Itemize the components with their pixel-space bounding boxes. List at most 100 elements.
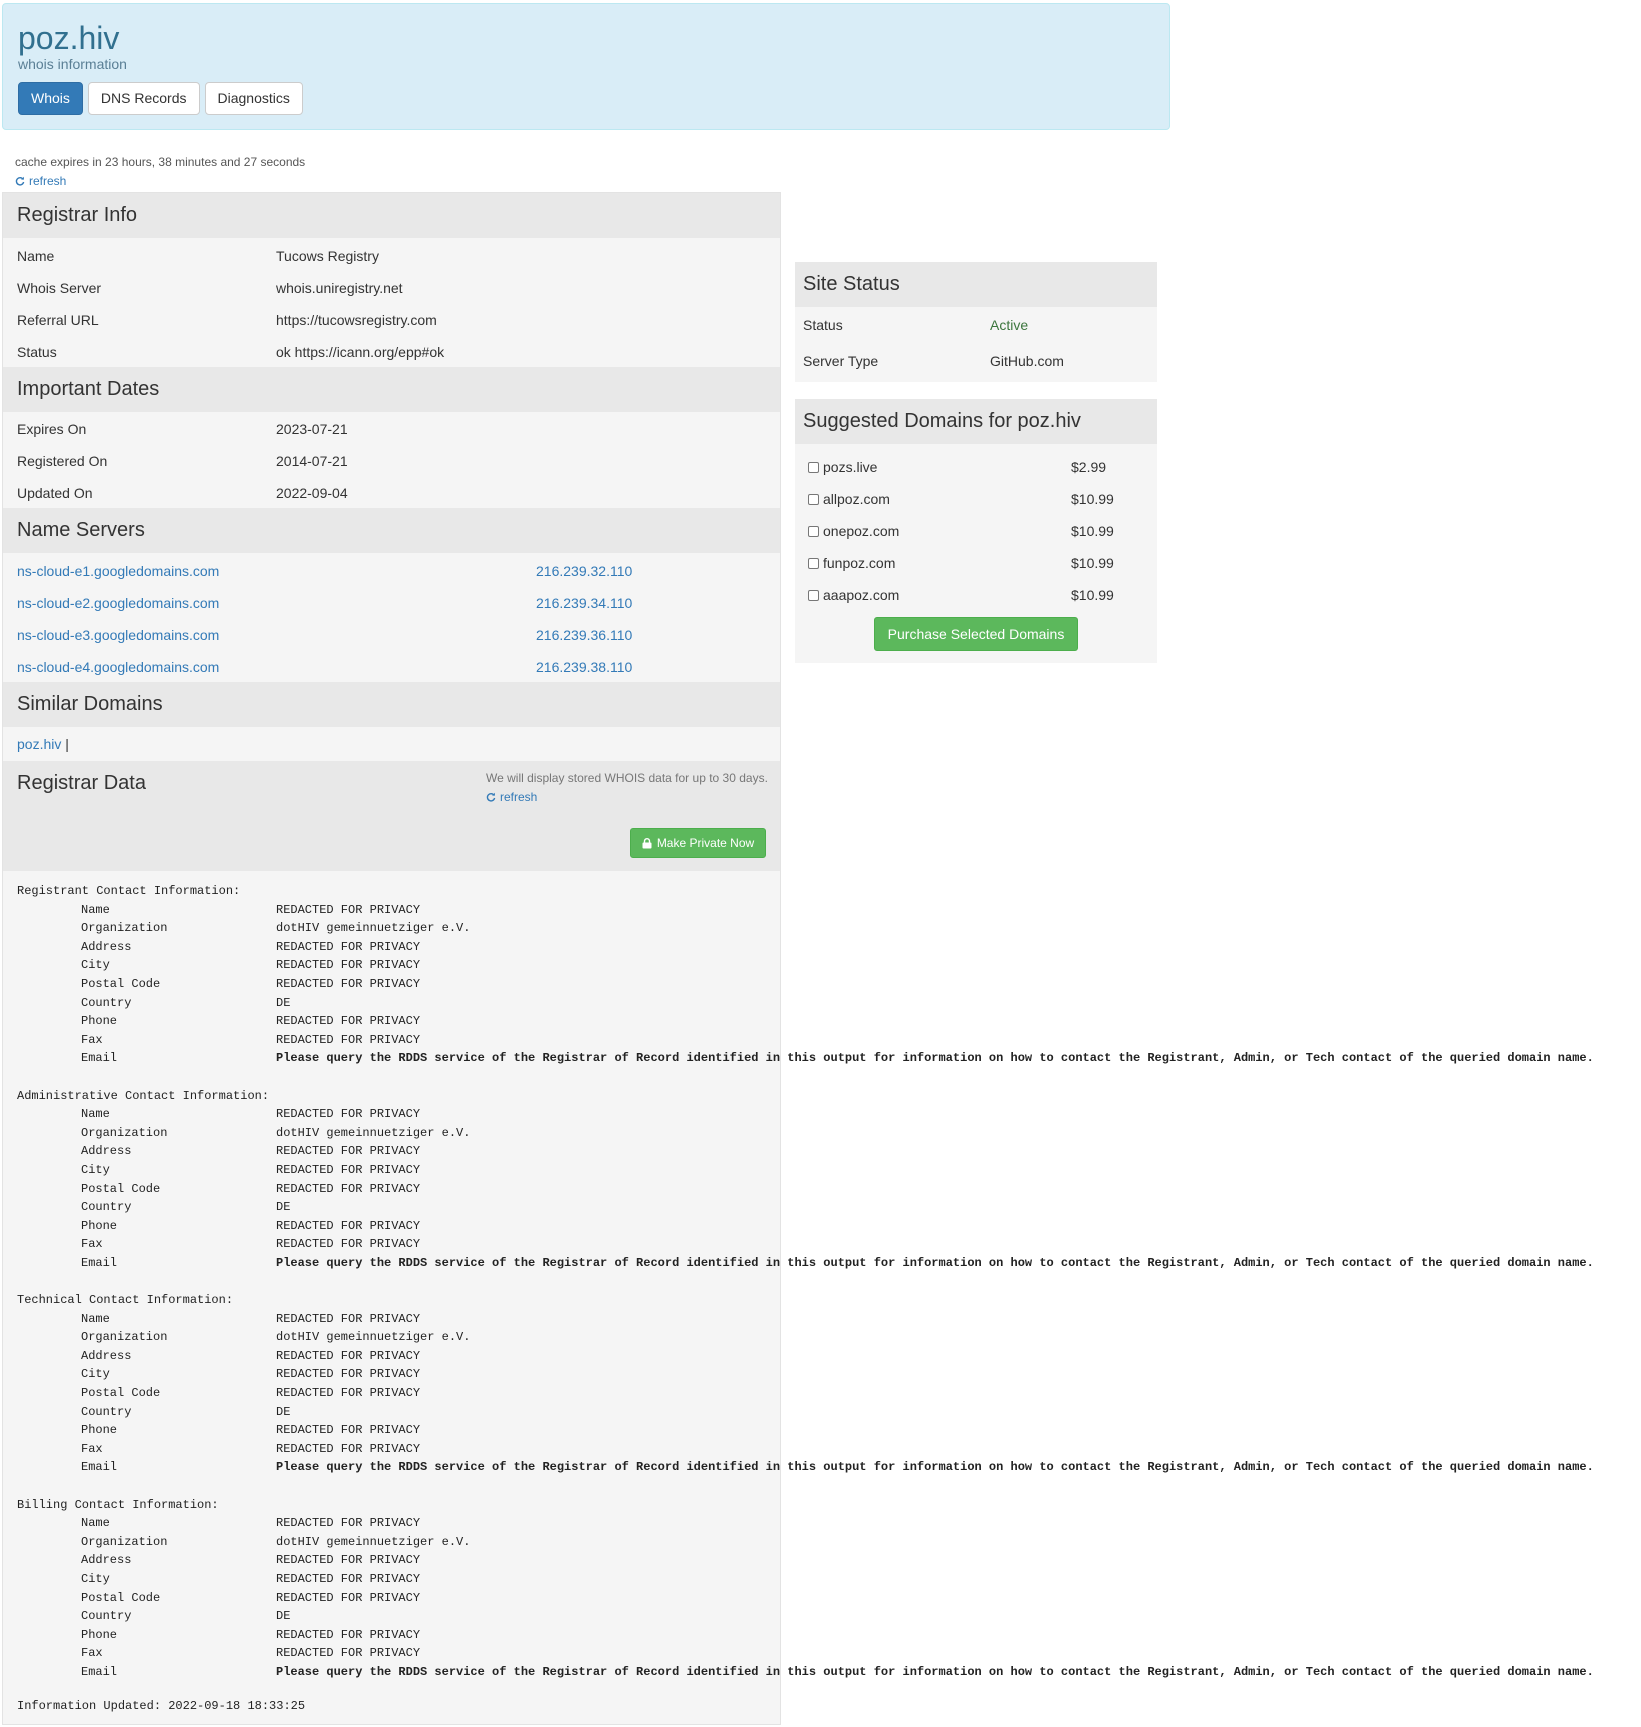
whois-field-key: Phone bbox=[81, 1627, 118, 1642]
domain-checkbox[interactable] bbox=[808, 557, 819, 569]
row-label: Whois Server bbox=[17, 280, 102, 296]
suggested-domain-price: $10.99 bbox=[1071, 587, 1114, 603]
whois-field-value: REDACTED FOR PRIVACY bbox=[276, 976, 421, 991]
whois-field-key: Name bbox=[81, 902, 110, 917]
whois-field-value: REDACTED FOR PRIVACY bbox=[276, 958, 421, 973]
information-updated-text: Information Updated: 2022-09-18 18:33:25 bbox=[17, 1699, 306, 1713]
whois-field-value: REDACTED FOR PRIVACY bbox=[276, 1367, 421, 1382]
whois-field-key: Country bbox=[81, 1609, 132, 1624]
domain-checkbox[interactable] bbox=[808, 525, 819, 537]
similar-domains-list: poz.hiv | bbox=[17, 736, 777, 752]
name-server-ip-link[interactable]: 216.239.38.110 bbox=[536, 659, 632, 675]
similar-domains-heading: Similar Domains bbox=[3, 682, 780, 727]
suggested-domain-name: onepoz.com bbox=[823, 523, 900, 539]
whois-field-key: Name bbox=[81, 1107, 110, 1122]
whois-section-heading: Registrant Contact Information: bbox=[17, 884, 241, 898]
whois-field-key: Address bbox=[81, 939, 132, 954]
whois-field-value: REDACTED FOR PRIVACY bbox=[276, 1441, 421, 1456]
whois-field-value: REDACTED FOR PRIVACY bbox=[276, 1107, 421, 1122]
row-label: Status bbox=[17, 344, 57, 360]
whois-section-heading: Administrative Contact Information: bbox=[17, 1088, 270, 1103]
whois-field-key: Postal Code bbox=[81, 1181, 161, 1196]
whois-field-key: Name bbox=[81, 1516, 110, 1531]
whois-field-value: REDACTED FOR PRIVACY bbox=[276, 1646, 421, 1661]
similar-domain-separator: | bbox=[65, 736, 69, 752]
whois-field-value: REDACTED FOR PRIVACY bbox=[276, 1162, 421, 1177]
whois-field-key: Address bbox=[81, 1144, 132, 1159]
suggested-domain-name: funpoz.com bbox=[823, 555, 896, 571]
suggested-domains-panel: Suggested Domains for poz.hiv pozs.live … bbox=[795, 399, 1157, 663]
suggested-domain-row: onepoz.com $10.99 bbox=[808, 523, 1128, 539]
whois-field-key: Email bbox=[81, 1051, 118, 1066]
row-label: Name bbox=[17, 248, 55, 264]
whois-field-key: Email bbox=[81, 1460, 118, 1475]
domain-checkbox[interactable] bbox=[808, 589, 819, 601]
tab-diagnostics[interactable]: Diagnostics bbox=[204, 82, 303, 115]
name-server-ip-link[interactable]: 216.239.34.110 bbox=[536, 595, 632, 611]
suggested-domain-row: funpoz.com $10.99 bbox=[808, 555, 1128, 571]
row-label: Server Type bbox=[803, 353, 879, 369]
registrar-data-heading: Registrar Data bbox=[17, 772, 146, 794]
cache-expiry-text: cache expires in 23 hours, 38 minutes an… bbox=[15, 155, 306, 169]
whois-field-value: REDACTED FOR PRIVACY bbox=[276, 1553, 421, 1568]
name-server-host-link[interactable]: ns-cloud-e3.googledomains.com bbox=[17, 627, 219, 643]
whois-field-value: REDACTED FOR PRIVACY bbox=[276, 1423, 421, 1438]
suggested-domains-heading: Suggested Domains for poz.hiv bbox=[795, 399, 1157, 444]
suggested-domain-price: $10.99 bbox=[1071, 523, 1114, 539]
whois-field-key: Name bbox=[81, 1311, 110, 1326]
cache-refresh-link[interactable]: refresh bbox=[15, 174, 66, 188]
whois-field-value: REDACTED FOR PRIVACY bbox=[276, 1218, 421, 1233]
registrar-data-refresh-link[interactable]: refresh bbox=[486, 790, 537, 804]
whois-field-key: Address bbox=[81, 1348, 132, 1363]
status-value-active: Active bbox=[990, 317, 1029, 333]
whois-field-value: dotHIV gemeinnuetziger e.V. bbox=[276, 1534, 471, 1549]
suggested-domain-row: allpoz.com $10.99 bbox=[808, 491, 1128, 507]
row-value: ok https://icann.org/epp#ok bbox=[276, 344, 445, 360]
row-value: 2014-07-21 bbox=[276, 453, 348, 469]
row-value: Tucows Registry bbox=[276, 248, 379, 264]
whois-field-key: Fax bbox=[81, 1032, 103, 1047]
name-server-host-link[interactable]: ns-cloud-e4.googledomains.com bbox=[17, 659, 219, 675]
refresh-icon bbox=[15, 176, 25, 186]
whois-field-value: DE bbox=[276, 995, 291, 1010]
tab-dns-records[interactable]: DNS Records bbox=[87, 82, 200, 115]
site-status-panel: Site Status Status Active Server Type Gi… bbox=[795, 262, 1157, 382]
name-server-host-link[interactable]: ns-cloud-e2.googledomains.com bbox=[17, 595, 219, 611]
whois-field-key: Country bbox=[81, 995, 132, 1010]
row-value: GitHub.com bbox=[990, 353, 1064, 369]
whois-field-key: City bbox=[81, 1571, 110, 1586]
name-server-ip-link[interactable]: 216.239.32.110 bbox=[536, 563, 632, 579]
purchase-selected-domains-button[interactable]: Purchase Selected Domains bbox=[874, 617, 1078, 651]
page-title: poz.hiv bbox=[18, 20, 120, 56]
name-server-host-link[interactable]: ns-cloud-e1.googledomains.com bbox=[17, 563, 219, 579]
whois-field-value: DE bbox=[276, 1404, 291, 1419]
whois-field-value: REDACTED FOR PRIVACY bbox=[276, 902, 421, 917]
whois-field-key: City bbox=[81, 1162, 110, 1177]
tab-whois[interactable]: Whois bbox=[18, 82, 83, 115]
whois-field-value: REDACTED FOR PRIVACY bbox=[276, 1014, 421, 1029]
name-server-ip-link[interactable]: 216.239.36.110 bbox=[536, 627, 632, 643]
row-value: 2023-07-21 bbox=[276, 421, 348, 437]
row-label: Referral URL bbox=[17, 312, 99, 328]
whois-field-value: REDACTED FOR PRIVACY bbox=[276, 1348, 421, 1363]
whois-field-value: REDACTED FOR PRIVACY bbox=[276, 1627, 421, 1642]
domain-checkbox[interactable] bbox=[808, 461, 819, 473]
whois-section-heading: Billing Contact Information: bbox=[17, 1497, 219, 1512]
similar-domain-link[interactable]: poz.hiv bbox=[17, 736, 61, 752]
row-value: 2022-09-04 bbox=[276, 485, 348, 501]
whois-field-value: dotHIV gemeinnuetziger e.V. bbox=[276, 1330, 471, 1345]
domain-checkbox[interactable] bbox=[808, 493, 819, 505]
whois-field-value: REDACTED FOR PRIVACY bbox=[276, 939, 421, 954]
whois-field-value: REDACTED FOR PRIVACY bbox=[276, 1032, 421, 1047]
whois-field-key: Email bbox=[81, 1664, 118, 1679]
row-value: https://tucowsregistry.com bbox=[276, 312, 437, 328]
row-value: whois.uniregistry.net bbox=[276, 280, 403, 296]
make-private-button[interactable]: Make Private Now bbox=[630, 828, 766, 858]
suggested-domain-name: pozs.live bbox=[823, 459, 878, 475]
suggested-domain-price: $2.99 bbox=[1071, 459, 1107, 475]
whois-field-key: Postal Code bbox=[81, 976, 161, 991]
whois-field-key: Postal Code bbox=[81, 1590, 161, 1605]
whois-field-value: REDACTED FOR PRIVACY bbox=[276, 1590, 421, 1605]
registrar-data-note: We will display stored WHOIS data for up… bbox=[486, 771, 768, 785]
whois-email-note: Please query the RDDS service of the Reg… bbox=[276, 1255, 1594, 1270]
